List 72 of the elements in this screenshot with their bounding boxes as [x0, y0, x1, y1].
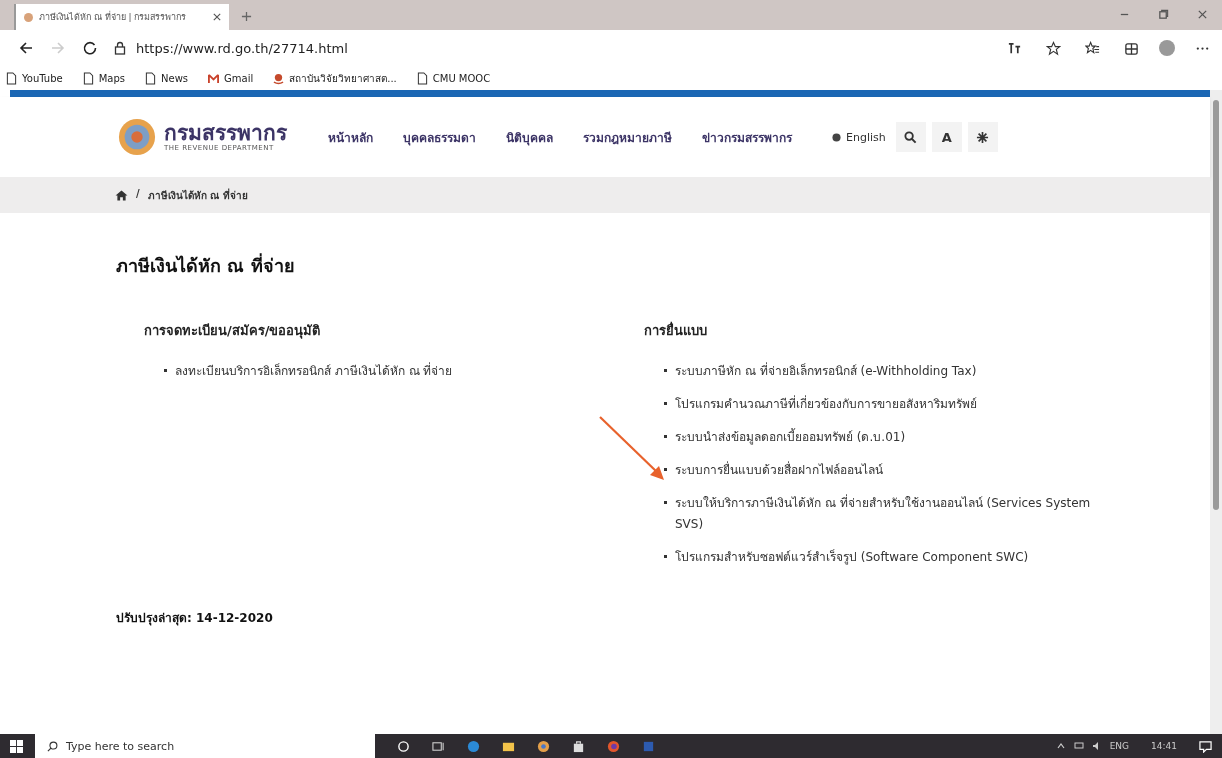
service-link[interactable]: โปรแกรมสำหรับซอฟต์แวร์สำเร็จรูป (Software Component SWC) [675, 547, 1029, 568]
seal-emblem-icon [118, 118, 156, 156]
nav-link[interactable]: รวมกฎหมายภาษี [583, 127, 672, 147]
section-heading: การจดทะเบียน/สมัคร/ขออนุมัติ [144, 322, 322, 341]
breadcrumb-separator: / [136, 187, 140, 201]
notification-icon[interactable] [1199, 739, 1212, 753]
bookmark-link[interactable]: สถาบันวิจัยวิทยาศาสต... [273, 70, 397, 86]
close-icon[interactable] [213, 13, 221, 21]
asterisk-icon [976, 130, 990, 144]
clock-text[interactable]: 14:41 [1151, 741, 1177, 751]
last-updated-text: ปรับปรุงล่าสุด: 14-12-2020 [116, 610, 274, 627]
bookmark-link[interactable]: YouTube [6, 71, 63, 85]
nav-link[interactable]: หน้าหลัก [328, 127, 373, 147]
star-icon[interactable] [1046, 40, 1061, 56]
network-icon[interactable] [1073, 741, 1084, 751]
page-title: ภาษีเงินได้หัก ณ ที่จ่าย [116, 252, 296, 278]
nav-link[interactable]: บุคคลธรรมดา [403, 127, 476, 147]
store-bag-icon[interactable] [572, 739, 585, 753]
windows-start-icon[interactable] [10, 739, 23, 753]
font-size-button[interactable]: A [931, 122, 962, 152]
collections-icon[interactable] [1124, 40, 1139, 56]
service-link[interactable]: ลงทะเบียนบริการอิเล็กทรอนิกส์ ภาษีเงินได้หัก ณ ที่จ่าย [175, 361, 453, 382]
close-icon[interactable] [1197, 9, 1208, 20]
section-heading: การยื่นแบบ [644, 320, 708, 340]
logo-title[interactable]: กรมสรรพากร [164, 122, 287, 144]
bookmark-link[interactable]: CMU MOOC [416, 71, 491, 85]
bullet-icon [164, 369, 167, 372]
plus-icon[interactable] [241, 11, 252, 22]
home-icon[interactable] [115, 189, 128, 201]
bullet-icon [664, 555, 667, 558]
back-arrow-icon[interactable] [18, 40, 34, 56]
site-favicon-icon [24, 12, 33, 22]
emblem-icon [273, 71, 285, 85]
favorites-icon[interactable] [1085, 40, 1100, 56]
page-icon [145, 71, 156, 85]
refresh-icon[interactable] [82, 40, 98, 56]
search-icon [904, 130, 918, 144]
language-link[interactable]: English [832, 130, 886, 144]
browser-tab[interactable]: ภาษีเงินได้หัก ณ ที่จ่าย | กรมสรรพากร [14, 4, 229, 30]
bullet-icon [664, 402, 667, 405]
bullet-icon [664, 501, 667, 504]
page-icon [6, 71, 17, 85]
task-view-icon[interactable] [432, 739, 445, 753]
service-link[interactable]: ระบบภาษีหัก ณ ที่จ่ายอิเล็กทรอนิกส์ (e-Withholding Tax) [675, 361, 977, 382]
service-link[interactable]: ระบบให้บริการภาษีเงินได้หัก ณ ที่จ่ายสำหรับใช้งานออนไลน์ (Services System SVS) [675, 493, 1105, 535]
mail-icon [208, 71, 220, 85]
page-icon [416, 71, 428, 85]
service-link[interactable]: ระบบนำส่งข้อมูลดอกเบี้ยออมทรัพย์ (ด.บ.01) [675, 427, 906, 448]
scrollbar[interactable] [1210, 90, 1222, 734]
caret-up-icon[interactable] [1055, 741, 1066, 751]
profile-avatar[interactable] [1159, 40, 1175, 56]
restore-icon[interactable] [1158, 9, 1169, 20]
address-field[interactable]: https://www.rd.go.th/27714.html [136, 40, 348, 56]
page-icon [82, 71, 94, 85]
breadcrumb-link[interactable]: ภาษีเงินได้หัก ณ ที่จ่าย [147, 187, 248, 203]
cortana-circle-icon[interactable] [397, 739, 410, 753]
bookmark-link[interactable]: News [145, 71, 189, 85]
bullet-icon [664, 435, 667, 438]
bookmark-link[interactable]: Maps [82, 71, 125, 85]
service-link[interactable]: โปรแกรมคำนวณภาษีที่เกี่ยวข้องกับการขายอสังหาริมทรัพย์ [675, 394, 977, 415]
bookmark-link[interactable]: Gmail [208, 71, 254, 85]
taskbar-search-field[interactable]: Type here to search [35, 734, 375, 758]
service-link[interactable]: ระบบการยื่นแบบด้วยสื่อฝากไฟล์ออนไลน์ [675, 460, 883, 481]
input-language-indicator[interactable]: ENG [1109, 741, 1130, 751]
nav-link[interactable]: นิติบุคคล [506, 127, 553, 147]
contrast-button[interactable] [967, 122, 998, 152]
bullet-icon [664, 369, 667, 372]
bullet-icon [664, 468, 667, 471]
nav-link[interactable]: ข่าวกรมสรรพากร [702, 127, 792, 147]
lock-icon [114, 41, 126, 55]
search-icon [47, 740, 58, 752]
search-button[interactable] [895, 122, 926, 152]
